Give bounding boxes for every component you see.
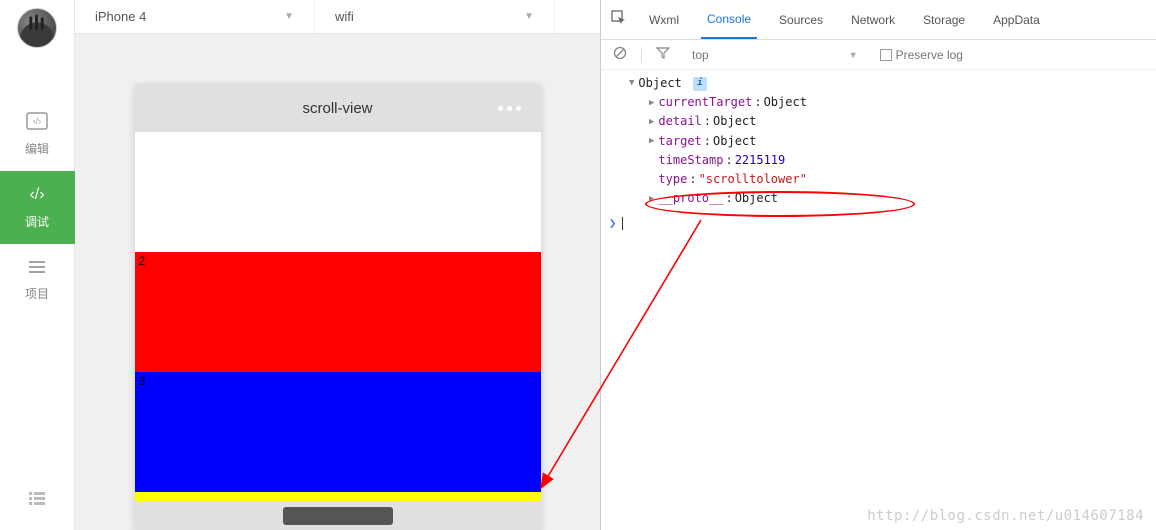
network-select[interactable]: wifi ▼ bbox=[315, 0, 555, 33]
code-icon: ‹/› bbox=[26, 185, 48, 209]
sidebar-item-label: 项目 bbox=[25, 285, 49, 302]
devtools-tabs: Wxml Console Sources Network Storage App… bbox=[601, 0, 1156, 40]
tab-console[interactable]: Console bbox=[701, 0, 757, 39]
disclosure-triangle-icon[interactable]: ▶ bbox=[649, 96, 654, 110]
sidebar-item-label: 编辑 bbox=[25, 140, 49, 157]
scroll-block bbox=[135, 492, 541, 502]
tab-wxml[interactable]: Wxml bbox=[643, 0, 685, 39]
scroll-block bbox=[135, 132, 541, 252]
tab-network[interactable]: Network bbox=[845, 0, 901, 39]
sidebar-item-label: 调试 bbox=[25, 213, 49, 230]
disclosure-triangle-icon[interactable]: ▶ bbox=[649, 115, 654, 129]
chevron-down-icon: ▼ bbox=[524, 11, 534, 22]
page-title: scroll-view bbox=[302, 100, 372, 117]
inspect-icon[interactable] bbox=[611, 10, 627, 29]
simulator-footer bbox=[135, 502, 541, 530]
chevron-down-icon: ▼ bbox=[849, 50, 858, 60]
sidebar-item-more[interactable] bbox=[0, 475, 75, 530]
device-select[interactable]: iPhone 4 ▼ bbox=[75, 0, 315, 33]
text-cursor bbox=[622, 217, 623, 230]
devtools-panel: Wxml Console Sources Network Storage App… bbox=[600, 0, 1156, 530]
tab-storage[interactable]: Storage bbox=[917, 0, 971, 39]
console-output[interactable]: ▼Object i ▶currentTarget: Object ▶detail… bbox=[601, 70, 1156, 530]
more-dots-icon[interactable] bbox=[498, 106, 521, 111]
console-toolbar: top ▼ Preserve log bbox=[601, 40, 1156, 70]
chevron-down-icon: ▼ bbox=[284, 11, 294, 22]
simulator: scroll-view 2 3 bbox=[135, 84, 541, 530]
watermark: http://blog.csdn.net/u014607184 bbox=[867, 508, 1144, 524]
avatar[interactable] bbox=[17, 8, 57, 48]
topbar: iPhone 4 ▼ wifi ▼ bbox=[75, 0, 600, 34]
main-panel: iPhone 4 ▼ wifi ▼ scroll-view 2 3 bbox=[75, 0, 600, 530]
device-label: iPhone 4 bbox=[95, 9, 146, 24]
network-label: wifi bbox=[335, 9, 354, 24]
scroll-view[interactable]: 2 3 bbox=[135, 132, 541, 502]
svg-text:‹/›: ‹/› bbox=[33, 116, 42, 126]
tab-appdata[interactable]: AppData bbox=[987, 0, 1046, 39]
sidebar-item-debug[interactable]: ‹/› 调试 bbox=[0, 171, 75, 244]
disclosure-triangle-icon[interactable]: ▶ bbox=[649, 192, 654, 206]
scroll-block: 3 bbox=[135, 372, 541, 492]
disclosure-triangle-icon[interactable]: ▼ bbox=[629, 76, 634, 90]
context-select[interactable]: top ▼ bbox=[684, 48, 866, 62]
console-prompt[interactable]: ❯ bbox=[609, 214, 1148, 233]
disclosure-triangle-icon[interactable]: ▶ bbox=[649, 134, 654, 148]
svg-text:‹/›: ‹/› bbox=[29, 186, 44, 203]
info-badge-icon[interactable]: i bbox=[693, 77, 707, 91]
menu-icon bbox=[27, 258, 47, 281]
scroll-block: 2 bbox=[135, 252, 541, 372]
clear-console-icon[interactable] bbox=[613, 46, 627, 63]
sidebar-item-project[interactable]: 项目 bbox=[0, 244, 75, 316]
tab-sources[interactable]: Sources bbox=[773, 0, 829, 39]
sidebar-item-edit[interactable]: ‹/› 编辑 bbox=[0, 98, 75, 171]
simulator-header: scroll-view bbox=[135, 84, 541, 132]
preserve-log-checkbox[interactable]: Preserve log bbox=[880, 48, 963, 62]
filter-icon[interactable] bbox=[656, 46, 670, 63]
list-icon bbox=[28, 489, 46, 512]
code-box-icon: ‹/› bbox=[26, 112, 48, 136]
left-sidebar: ‹/› 编辑 ‹/› 调试 项目 bbox=[0, 0, 75, 530]
